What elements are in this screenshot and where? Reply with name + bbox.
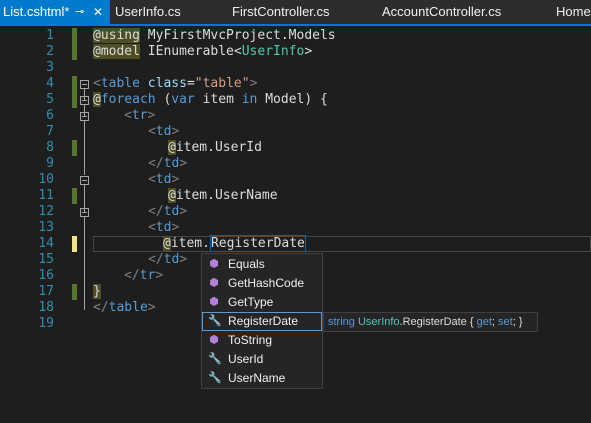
- change-marker: [72, 44, 77, 60]
- fold-line: [84, 121, 85, 175]
- line-number: 16: [38, 268, 54, 283]
- collapse-icon[interactable]: [80, 112, 89, 121]
- change-marker: [72, 188, 77, 204]
- line-number: 10: [38, 172, 54, 187]
- line-number: 8: [46, 140, 54, 155]
- line-number: 13: [38, 220, 54, 235]
- line-number: 4: [46, 76, 54, 91]
- completion-item-gettype[interactable]: ⬢ GetType: [202, 293, 322, 312]
- tab-list-cshtml[interactable]: List.cshtml* ⊸ ✕: [0, 0, 110, 24]
- completion-item-registerdate[interactable]: 🔧 RegisterDate: [202, 312, 322, 331]
- close-icon[interactable]: ✕: [93, 0, 103, 24]
- code-line-12: </td>: [148, 204, 188, 219]
- change-marker: [72, 140, 77, 156]
- line-number: 18: [38, 300, 54, 315]
- line-number: 2: [46, 44, 54, 59]
- collapse-icon[interactable]: [80, 208, 89, 217]
- pin-icon[interactable]: ⊸: [75, 0, 84, 24]
- code-line-9: </td>: [148, 156, 188, 171]
- code-line-10: <td>: [148, 172, 180, 187]
- code-line-2: @model IEnumerable<UserInfo>: [93, 44, 313, 59]
- completion-item-gethashcode[interactable]: ⬢ GetHashCode: [202, 274, 322, 293]
- line-number: 7: [46, 124, 54, 139]
- line-number: 17: [38, 284, 54, 299]
- code-line-17: }: [93, 284, 101, 299]
- property-wrench-icon: 🔧: [208, 353, 222, 365]
- tab-label: List.cshtml*: [3, 4, 70, 19]
- method-cube-icon: ⬢: [209, 258, 219, 270]
- line-number: 14: [38, 236, 54, 251]
- change-marker: [72, 28, 77, 44]
- completion-item-username[interactable]: 🔧 UserName: [202, 369, 322, 388]
- code-line-18: </table>: [93, 300, 156, 315]
- code-line-7: <td>: [148, 124, 180, 139]
- line-number: 11: [38, 188, 54, 203]
- property-wrench-icon: 🔧: [208, 315, 222, 327]
- tab-label: HomeC: [556, 4, 591, 19]
- collapse-icon[interactable]: [80, 96, 89, 105]
- line-number: 6: [46, 108, 54, 123]
- method-cube-icon: ⬢: [209, 296, 219, 308]
- line-number: 12: [38, 204, 54, 219]
- property-wrench-icon: 🔧: [208, 372, 222, 384]
- fold-line: [84, 217, 85, 310]
- line-number: 9: [46, 156, 54, 171]
- line-number: 5: [46, 92, 54, 107]
- change-marker: [72, 236, 77, 252]
- completion-item-userid[interactable]: 🔧 UserId: [202, 350, 322, 369]
- tab-label: UserInfo.cs: [115, 4, 181, 19]
- code-line-5: @foreach (var item in Model) {: [93, 92, 328, 107]
- method-cube-icon: ⬢: [209, 277, 219, 289]
- completion-item-equals[interactable]: ⬢ Equals: [202, 255, 322, 274]
- method-cube-icon: ⬢: [209, 334, 219, 346]
- intellisense-completion-list[interactable]: ⬢ Equals ⬢ GetHashCode ⬢ GetType 🔧 Regis…: [201, 253, 323, 389]
- line-number: 19: [38, 316, 54, 331]
- code-line-1: @using MyFirstMvcProject.Models: [93, 28, 336, 43]
- tab-label: FirstController.cs: [232, 4, 330, 19]
- tab-homecontroller-cs[interactable]: HomeC: [556, 0, 591, 24]
- quick-info-tooltip: string UserInfo.RegisterDate { get; set;…: [323, 312, 538, 332]
- code-line-16: </tr>: [124, 268, 164, 283]
- code-line-11: @item.UserName: [168, 188, 278, 203]
- change-marker: [72, 92, 77, 108]
- change-marker: [72, 284, 77, 300]
- code-line-6: <tr>: [124, 108, 156, 123]
- line-number: 15: [38, 252, 54, 267]
- code-line-8: @item.UserId: [168, 140, 262, 155]
- collapse-icon[interactable]: [80, 80, 89, 89]
- line-number-gutter: 1 2 3 4 5 6 7 8 9 10 11 12 13 14 15 16 1…: [0, 26, 60, 423]
- change-marker: [72, 76, 77, 92]
- tab-userinfo-cs[interactable]: UserInfo.cs: [115, 0, 181, 24]
- code-line-4: <table class="table">: [93, 76, 258, 91]
- code-line-14[interactable]: @item.RegisterDate: [163, 235, 306, 252]
- document-tab-bar: List.cshtml* ⊸ ✕ UserInfo.cs FirstContro…: [0, 0, 591, 26]
- completion-item-tostring[interactable]: ⬢ ToString: [202, 331, 322, 350]
- line-number: 3: [46, 60, 54, 75]
- code-line-13: <td>: [148, 220, 180, 235]
- tab-label: AccountController.cs: [382, 4, 502, 19]
- collapse-icon[interactable]: [80, 176, 89, 185]
- code-line-15: </td>: [148, 252, 188, 267]
- line-number: 1: [46, 28, 54, 43]
- tab-accountcontroller-cs[interactable]: AccountController.cs: [382, 0, 501, 24]
- tab-firstcontroller-cs[interactable]: FirstController.cs: [232, 0, 330, 24]
